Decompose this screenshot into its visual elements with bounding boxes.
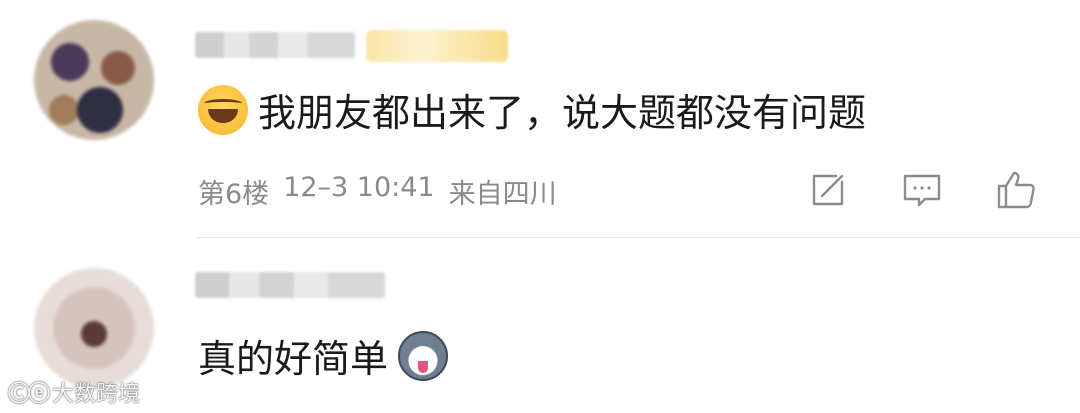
avatar[interactable] bbox=[34, 268, 154, 388]
comment-item: 我朋友都出来了，说大题都没有问题 第6楼 12–3 10:41 来自四川 bbox=[0, 0, 1080, 238]
share-button[interactable] bbox=[806, 168, 850, 212]
thumbs-up-icon bbox=[997, 171, 1035, 209]
user-badge-blurred bbox=[366, 30, 508, 62]
like-button[interactable] bbox=[994, 168, 1038, 212]
share-icon bbox=[812, 174, 844, 206]
watermark: Ⓒⓔ 大数跨境 bbox=[8, 376, 140, 408]
comment-actions bbox=[0, 168, 1080, 212]
reply-button[interactable] bbox=[900, 168, 944, 212]
grinning-tears-emoji-icon bbox=[198, 84, 248, 135]
comment-text-content: 真的好简单 bbox=[198, 337, 389, 381]
husky-emoji-icon bbox=[398, 330, 449, 381]
watermark-logo-icon: Ⓒⓔ bbox=[8, 382, 50, 407]
reply-icon bbox=[903, 174, 941, 207]
username-blurred[interactable] bbox=[195, 32, 355, 58]
watermark-text: 大数跨境 bbox=[52, 382, 141, 407]
username-blurred[interactable] bbox=[195, 272, 385, 298]
comment-item: 真的好简单 bbox=[0, 238, 1080, 413]
comment-text: 我朋友都出来了，说大题都没有问题 bbox=[198, 82, 866, 137]
comment-text: 真的好简单 bbox=[198, 328, 449, 383]
avatar[interactable] bbox=[34, 20, 154, 140]
comment-text-content: 我朋友都出来了，说大题都没有问题 bbox=[258, 91, 867, 135]
